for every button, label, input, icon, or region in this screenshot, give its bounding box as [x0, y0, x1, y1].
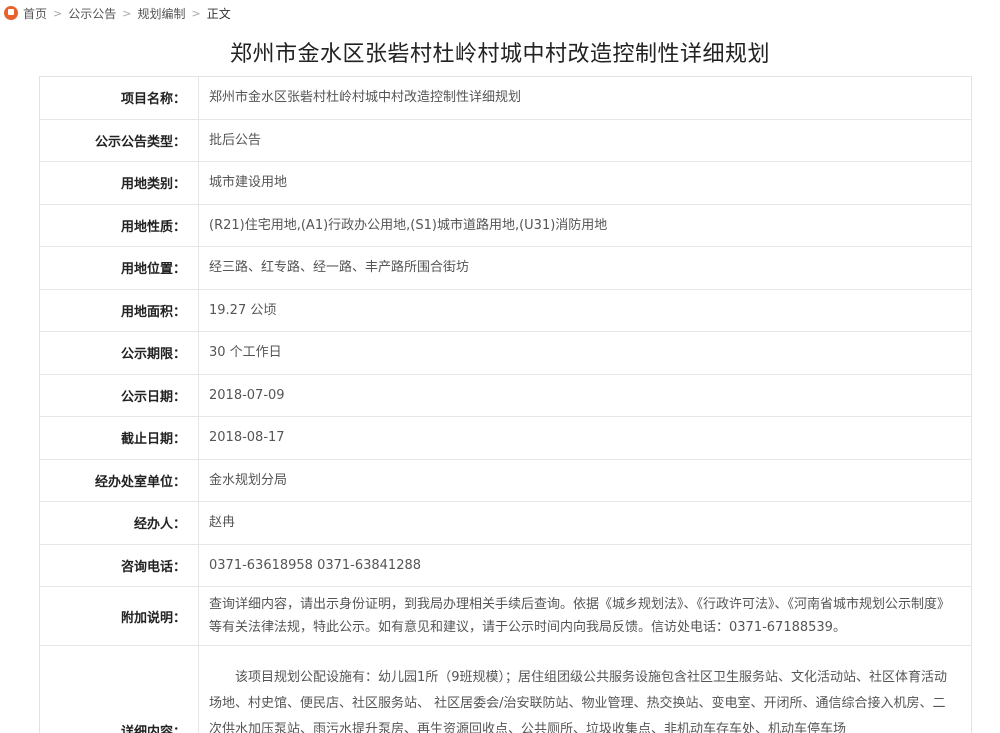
row-label: 用地面积： — [40, 289, 199, 332]
row-label: 咨询电话： — [40, 544, 199, 587]
table-row: 经办处室单位：金水规划分局 — [40, 459, 971, 502]
table-row: 用地位置：经三路、红专路、经一路、丰产路所围合街坊 — [40, 247, 971, 290]
row-value: 金水规划分局 — [199, 459, 972, 502]
row-value: 查询详细内容，请出示身份证明，到我局办理相关手续后查询。依据《城乡规划法》、《行… — [199, 587, 972, 646]
table-row: 公示期限：30 个工作日 — [40, 332, 971, 375]
table-row: 用地性质：(R21)住宅用地,(A1)行政办公用地,(S1)城市道路用地,(U3… — [40, 204, 971, 247]
home-icon[interactable] — [4, 6, 18, 20]
row-label: 公示期限： — [40, 332, 199, 375]
chevron-right-icon: > — [53, 7, 62, 20]
table-row: 截止日期：2018-08-17 — [40, 417, 971, 460]
info-table-container: 项目名称：郑州市金水区张砦村杜岭村城中村改造控制性详细规划公示公告类型：批后公告… — [39, 76, 972, 733]
breadcrumb-home-link[interactable]: 首页 — [23, 5, 47, 22]
row-label: 项目名称： — [40, 77, 199, 119]
row-label: 用地类别： — [40, 162, 199, 205]
row-label: 公示日期： — [40, 374, 199, 417]
table-row: 经办人：赵冉 — [40, 502, 971, 545]
chevron-right-icon: > — [191, 7, 200, 20]
row-label: 用地性质： — [40, 204, 199, 247]
row-label: 经办处室单位： — [40, 459, 199, 502]
row-label: 附加说明： — [40, 587, 199, 646]
row-label: 截止日期： — [40, 417, 199, 460]
page-title: 郑州市金水区张砦村杜岭村城中村改造控制性详细规划 — [0, 38, 1000, 72]
row-value: 城市建设用地 — [199, 162, 972, 205]
chevron-right-icon: > — [122, 7, 131, 20]
table-row: 公示公告类型：批后公告 — [40, 119, 971, 162]
row-value: 0371-63618958 0371-63841288 — [199, 544, 972, 587]
row-value: (R21)住宅用地,(A1)行政办公用地,(S1)城市道路用地,(U31)消防用… — [199, 204, 972, 247]
row-value: 19.27 公顷 — [199, 289, 972, 332]
row-value: 2018-08-17 — [199, 417, 972, 460]
row-label: 用地位置： — [40, 247, 199, 290]
detail-text: 该项目规划公配设施有：幼儿园1所（9班规模）；居住组团级公共服务设施包含社区卫生… — [209, 647, 957, 733]
table-row: 用地面积：19.27 公顷 — [40, 289, 971, 332]
row-label: 经办人： — [40, 502, 199, 545]
breadcrumb-category-link[interactable]: 规划编制 — [137, 5, 185, 22]
row-label: 公示公告类型： — [40, 119, 199, 162]
breadcrumb-notice-link[interactable]: 公示公告 — [68, 5, 116, 22]
row-value: 该项目规划公配设施有：幼儿园1所（9班规模）；居住组团级公共服务设施包含社区卫生… — [199, 646, 972, 733]
table-row: 用地类别：城市建设用地 — [40, 162, 971, 205]
info-table: 项目名称：郑州市金水区张砦村杜岭村城中村改造控制性详细规划公示公告类型：批后公告… — [40, 77, 971, 733]
row-label: 详细内容： — [40, 646, 199, 733]
info-table-body: 项目名称：郑州市金水区张砦村杜岭村城中村改造控制性详细规划公示公告类型：批后公告… — [40, 77, 971, 733]
row-value: 赵冉 — [199, 502, 972, 545]
table-row: 项目名称：郑州市金水区张砦村杜岭村城中村改造控制性详细规划 — [40, 77, 971, 119]
row-value: 郑州市金水区张砦村杜岭村城中村改造控制性详细规划 — [199, 77, 972, 119]
table-row-note: 附加说明： 查询详细内容，请出示身份证明，到我局办理相关手续后查询。依据《城乡规… — [40, 587, 971, 646]
table-row: 咨询电话：0371-63618958 0371-63841288 — [40, 544, 971, 587]
row-value: 2018-07-09 — [199, 374, 972, 417]
row-value: 批后公告 — [199, 119, 972, 162]
row-value: 30 个工作日 — [199, 332, 972, 375]
breadcrumb: 首页 > 公示公告 > 规划编制 > 正文 — [0, 0, 1000, 26]
table-row: 公示日期：2018-07-09 — [40, 374, 971, 417]
breadcrumb-current: 正文 — [207, 5, 231, 22]
row-value: 经三路、红专路、经一路、丰产路所围合街坊 — [199, 247, 972, 290]
table-row-detail: 详细内容： 该项目规划公配设施有：幼儿园1所（9班规模）；居住组团级公共服务设施… — [40, 646, 971, 733]
